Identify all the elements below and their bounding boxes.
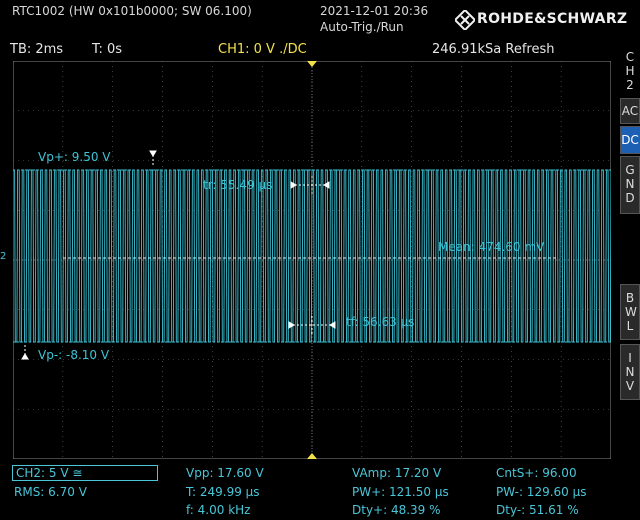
duty-plus-value: Dty+: 48.39 % — [352, 503, 441, 517]
trigger-time[interactable]: T: 0s — [92, 42, 122, 57]
vpp-value: Vpp: 17.60 V — [186, 466, 264, 480]
brand-name: ROHDE&SCHWARZ — [477, 11, 628, 27]
channel-label: CH2 — [625, 50, 635, 92]
pw-minus-value: PW-: 129.60 µs — [496, 485, 587, 499]
waveform-display[interactable] — [13, 61, 611, 459]
coupling-gnd-button[interactable]: GND — [620, 156, 640, 214]
invert-button[interactable]: INV — [620, 344, 640, 400]
rise-time-label: tr: 55.49 µs — [203, 178, 273, 192]
mean-label: Mean: 474.60 mV — [438, 240, 545, 254]
ch2-ground-marker[interactable]: 2 — [0, 251, 6, 262]
inv-label: INV — [625, 351, 635, 393]
bandwidth-limit-button[interactable]: BWL — [620, 284, 640, 340]
ch2-scale[interactable]: CH2: 5 V ≅ — [12, 465, 158, 481]
count-s-plus-value: CntS+: 96.00 — [496, 466, 577, 480]
device-model: RTC1002 (HW 0x101b0000; SW 06.100) — [12, 4, 252, 18]
coupling-dc-button[interactable]: DC — [620, 126, 640, 154]
vp-plus-label: Vp+: 9.50 V — [38, 150, 111, 164]
coupling-ac-button[interactable]: AC — [620, 98, 640, 124]
vp-minus-label: Vp-: -8.10 V — [38, 348, 110, 362]
bwl-label: BWL — [625, 291, 637, 333]
frequency-value: f: 4.00 kHz — [186, 503, 251, 517]
ch1-setting[interactable]: CH1: 0 V ./DC — [218, 42, 307, 57]
fall-time-label: tf: 56.63 µs — [346, 315, 415, 329]
sample-rate: 246.91kSa Refresh — [432, 42, 555, 57]
vamp-value: VAmp: 17.20 V — [352, 466, 442, 480]
period-value: T: 249.99 µs — [186, 485, 260, 499]
trigger-mode: Auto-Trig./Run — [320, 20, 404, 34]
sidebar-channel[interactable]: CH2 — [620, 46, 640, 98]
brand-logo-icon — [453, 8, 477, 34]
timebase[interactable]: TB: 2ms — [10, 42, 63, 57]
gnd-label: GND — [625, 163, 635, 205]
rms-value: RMS: 6.70 V — [14, 485, 87, 499]
pw-plus-value: PW+: 121.50 µs — [352, 485, 449, 499]
duty-minus-value: Dty-: 51.61 % — [496, 503, 579, 517]
datetime: 2021-12-01 20:36 — [320, 4, 429, 18]
